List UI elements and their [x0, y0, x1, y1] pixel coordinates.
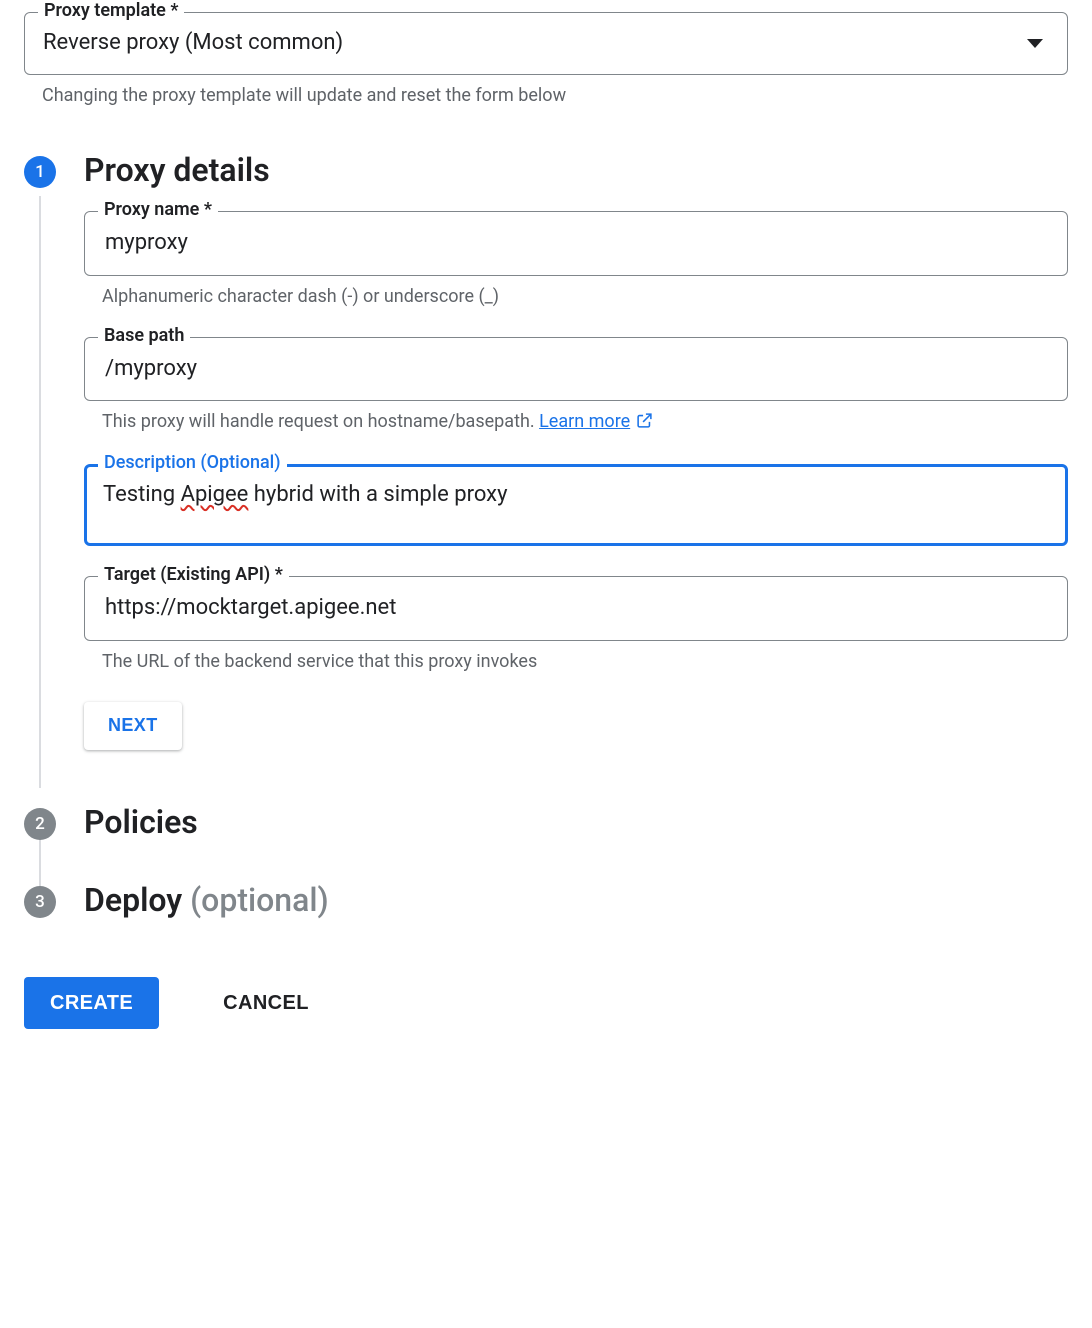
target-input[interactable]	[103, 593, 1049, 624]
learn-more-link[interactable]: Learn more	[539, 411, 653, 432]
proxy-template-select[interactable]: Reverse proxy (Most common)	[24, 12, 1068, 75]
step-title-proxy-details: Proxy details	[84, 150, 1068, 192]
target-helper: The URL of the backend service that this…	[102, 651, 1068, 672]
step-badge-1: 1	[24, 156, 56, 188]
step-title-deploy[interactable]: Deploy (optional)	[84, 880, 329, 922]
base-path-input[interactable]	[103, 354, 1049, 385]
chevron-down-icon	[1027, 39, 1043, 48]
proxy-template-label: Proxy template *	[38, 0, 184, 21]
stepper: 1 Proxy details Proxy name * Alphanumeri…	[24, 150, 1068, 922]
base-path-label: Base path	[98, 325, 190, 346]
external-link-icon	[636, 412, 653, 434]
description-input[interactable]: Testing Apigee hybrid with a simple prox…	[103, 481, 1049, 529]
proxy-template-value: Reverse proxy (Most common)	[43, 29, 343, 58]
proxy-template-helper: Changing the proxy template will update …	[42, 85, 1068, 106]
form-actions: Create Cancel	[24, 977, 1068, 1029]
step-proxy-details: 1 Proxy details Proxy name * Alphanumeri…	[24, 150, 1068, 778]
base-path-field: Base path	[84, 337, 1068, 402]
proxy-name-field: Proxy name *	[84, 211, 1068, 276]
step-badge-3: 3	[24, 886, 56, 918]
step-deploy: 3 Deploy (optional)	[24, 880, 1068, 922]
step-badge-2: 2	[24, 808, 56, 840]
next-button[interactable]: Next	[84, 702, 182, 750]
description-field: Description (Optional) Testing Apigee hy…	[84, 464, 1068, 546]
base-path-helper: This proxy will handle request on hostna…	[102, 411, 1068, 434]
cancel-button[interactable]: Cancel	[199, 979, 333, 1027]
target-field: Target (Existing API) *	[84, 576, 1068, 641]
description-label: Description (Optional)	[98, 452, 287, 473]
proxy-template-field: Proxy template * Reverse proxy (Most com…	[24, 12, 1068, 75]
proxy-name-label: Proxy name *	[98, 199, 218, 220]
proxy-name-input[interactable]	[103, 228, 1049, 259]
step-policies: 2 Policies	[24, 802, 1068, 844]
step-title-policies[interactable]: Policies	[84, 802, 198, 844]
target-label: Target (Existing API) *	[98, 564, 289, 585]
proxy-name-helper: Alphanumeric character dash (-) or under…	[102, 286, 1068, 307]
create-button[interactable]: Create	[24, 977, 159, 1029]
